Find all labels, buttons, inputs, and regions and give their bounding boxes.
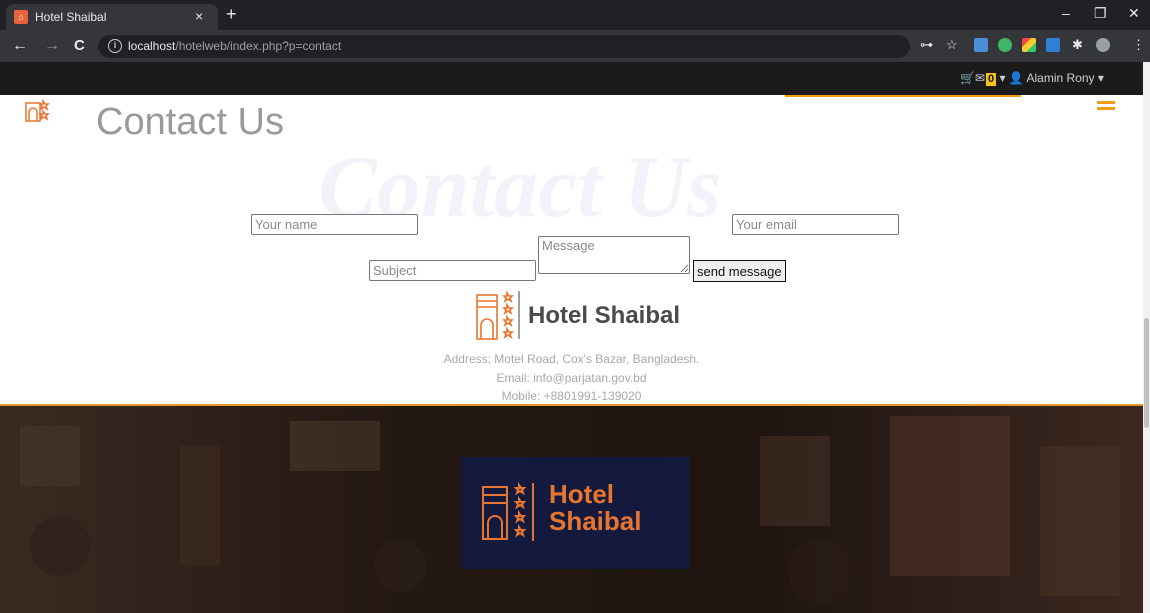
browser-tab[interactable]: ⌂ Hotel Shaibal × [6,4,218,30]
extension-refresh-icon[interactable] [998,38,1012,52]
key-icon[interactable]: ⊶ [920,37,933,53]
url-text: localhost/hotelweb/index.php?p=contact [128,39,341,53]
scrollbar-thumb[interactable] [1144,318,1149,428]
brand-line-1: Hotel [549,479,614,509]
extension-download-icon[interactable] [1046,38,1060,52]
page-title: Contact Us [96,101,284,143]
extensions-puzzle-icon[interactable]: ✱ [1072,37,1083,53]
minimize-button[interactable]: – [1062,3,1070,23]
email-input[interactable] [732,214,899,235]
hotel-favicon-icon: ⌂ [14,10,28,24]
forward-button[interactable]: → [44,36,60,56]
subject-input[interactable] [369,260,536,281]
extension-translate-icon[interactable] [974,38,988,52]
url-host: localhost [128,39,176,53]
cart-dropdown-caret-icon[interactable]: ▾ [999,71,1005,85]
cart-icon[interactable]: 🛒 [960,71,975,85]
address-bar[interactable]: i localhost/hotelweb/index.php?p=contact [98,35,910,58]
brand-logo-icon [482,481,534,541]
restore-button[interactable]: ❐ [1094,3,1107,23]
send-message-button[interactable]: send message [693,260,786,282]
mail-icon[interactable]: ✉ [975,71,985,85]
bookmark-star-icon[interactable]: ☆ [946,37,958,53]
browser-tab-strip: ⌂ Hotel Shaibal × + – ❐ ✕ [0,0,1150,30]
cart-count-badge: 0 [986,73,997,86]
site-info-icon[interactable]: i [108,39,122,53]
name-input[interactable] [251,214,418,235]
browser-toolbar: ← → C i localhost/hotelweb/index.php?p=c… [0,30,1150,62]
close-window-button[interactable]: ✕ [1128,3,1140,23]
footer-banner: Hotel Shaibal [0,404,1143,613]
account-area: 🛒✉ 0 ▾ 👤 Alamin Rony ▾ [960,71,1104,86]
extension-color-icon[interactable] [1022,38,1036,52]
new-tab-button[interactable]: + [226,3,237,25]
brand-line-2: Shaibal [549,506,642,536]
footer-email: Email: info@parjatan.gov.bd [496,371,647,385]
footer-hotel-name: Hotel Shaibal [528,302,681,329]
menu-hamburger-icon[interactable] [1097,101,1115,113]
profile-avatar-icon[interactable] [1096,38,1110,52]
browser-menu-icon[interactable]: ⋮ [1132,37,1145,53]
back-button[interactable]: ← [12,36,28,56]
hotel-logo-icon[interactable] [24,97,64,123]
reload-button[interactable]: C [74,36,85,56]
brand-name: Hotel Shaibal [549,481,641,535]
message-textarea[interactable] [538,236,690,274]
nav-active-underline [785,95,1021,97]
footer-address: Address: Motel Road, Cox's Bazar, Bangla… [443,352,700,366]
user-name-link[interactable]: Alamin Rony [1026,71,1094,85]
page-content: Contact Us Contact Us send message [0,95,1143,613]
footer-mobile: Mobile: +8801991-139020 [501,389,642,403]
page-scrollbar[interactable] [1143,62,1150,613]
tab-title: Hotel Shaibal [35,10,107,24]
user-icon: 👤 [1008,71,1024,85]
footer-brand-logo: Hotel Shaibal [461,457,690,569]
user-dropdown-caret-icon[interactable]: ▾ [1098,71,1104,85]
url-path: /hotelweb/index.php?p=contact [175,39,342,53]
site-top-bar: 🛒✉ 0 ▾ 👤 Alamin Rony ▾ [0,62,1143,95]
tab-close-icon[interactable]: × [195,8,203,24]
